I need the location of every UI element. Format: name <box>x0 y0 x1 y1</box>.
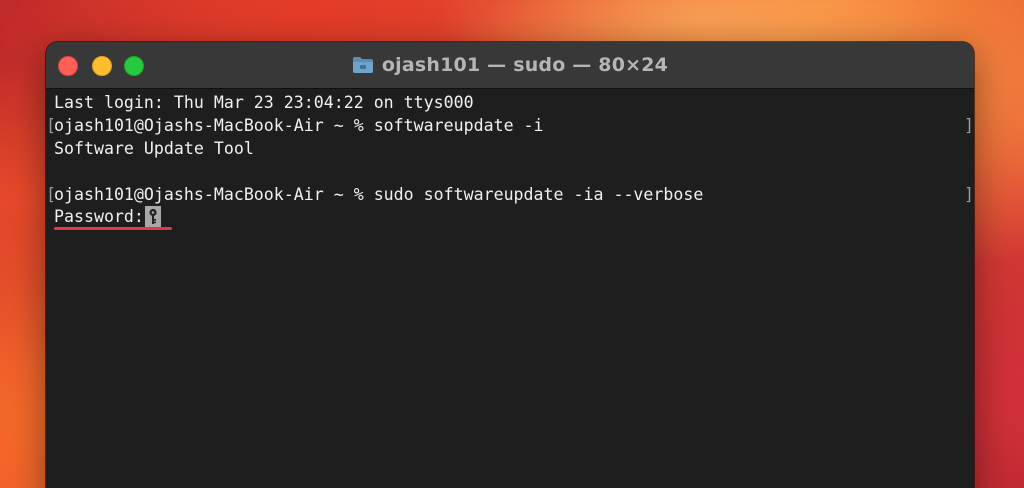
window-title-group: ojash101 — sudo — 80×24 <box>46 42 974 88</box>
window-title: ojash101 — sudo — 80×24 <box>381 54 669 76</box>
terminal-window[interactable]: ojash101 — sudo — 80×24 Last login: Thu … <box>46 42 974 488</box>
folder-icon <box>352 57 373 73</box>
terminal-line: Last login: Thu Mar 23 23:04:22 on ttys0… <box>54 93 474 112</box>
prompt-bracket-right: ] <box>964 116 974 135</box>
prompt-bracket-right: ] <box>964 185 974 204</box>
terminal-content[interactable]: Last login: Thu Mar 23 23:04:22 on ttys0… <box>46 89 974 488</box>
title-bar[interactable]: ojash101 — sudo — 80×24 <box>46 42 974 89</box>
password-prompt-row[interactable]: Password: <box>54 205 161 228</box>
key-icon <box>149 208 157 224</box>
password-prompt: Password: <box>54 207 144 226</box>
terminal-line: ojash101@Ojashs-MacBook-Air ~ % software… <box>54 116 544 135</box>
password-highlight-underline <box>54 227 172 230</box>
text-cursor <box>144 206 161 227</box>
terminal-line: ojash101@Ojashs-MacBook-Air ~ % sudo sof… <box>54 185 704 204</box>
terminal-line: Software Update Tool <box>54 139 254 158</box>
